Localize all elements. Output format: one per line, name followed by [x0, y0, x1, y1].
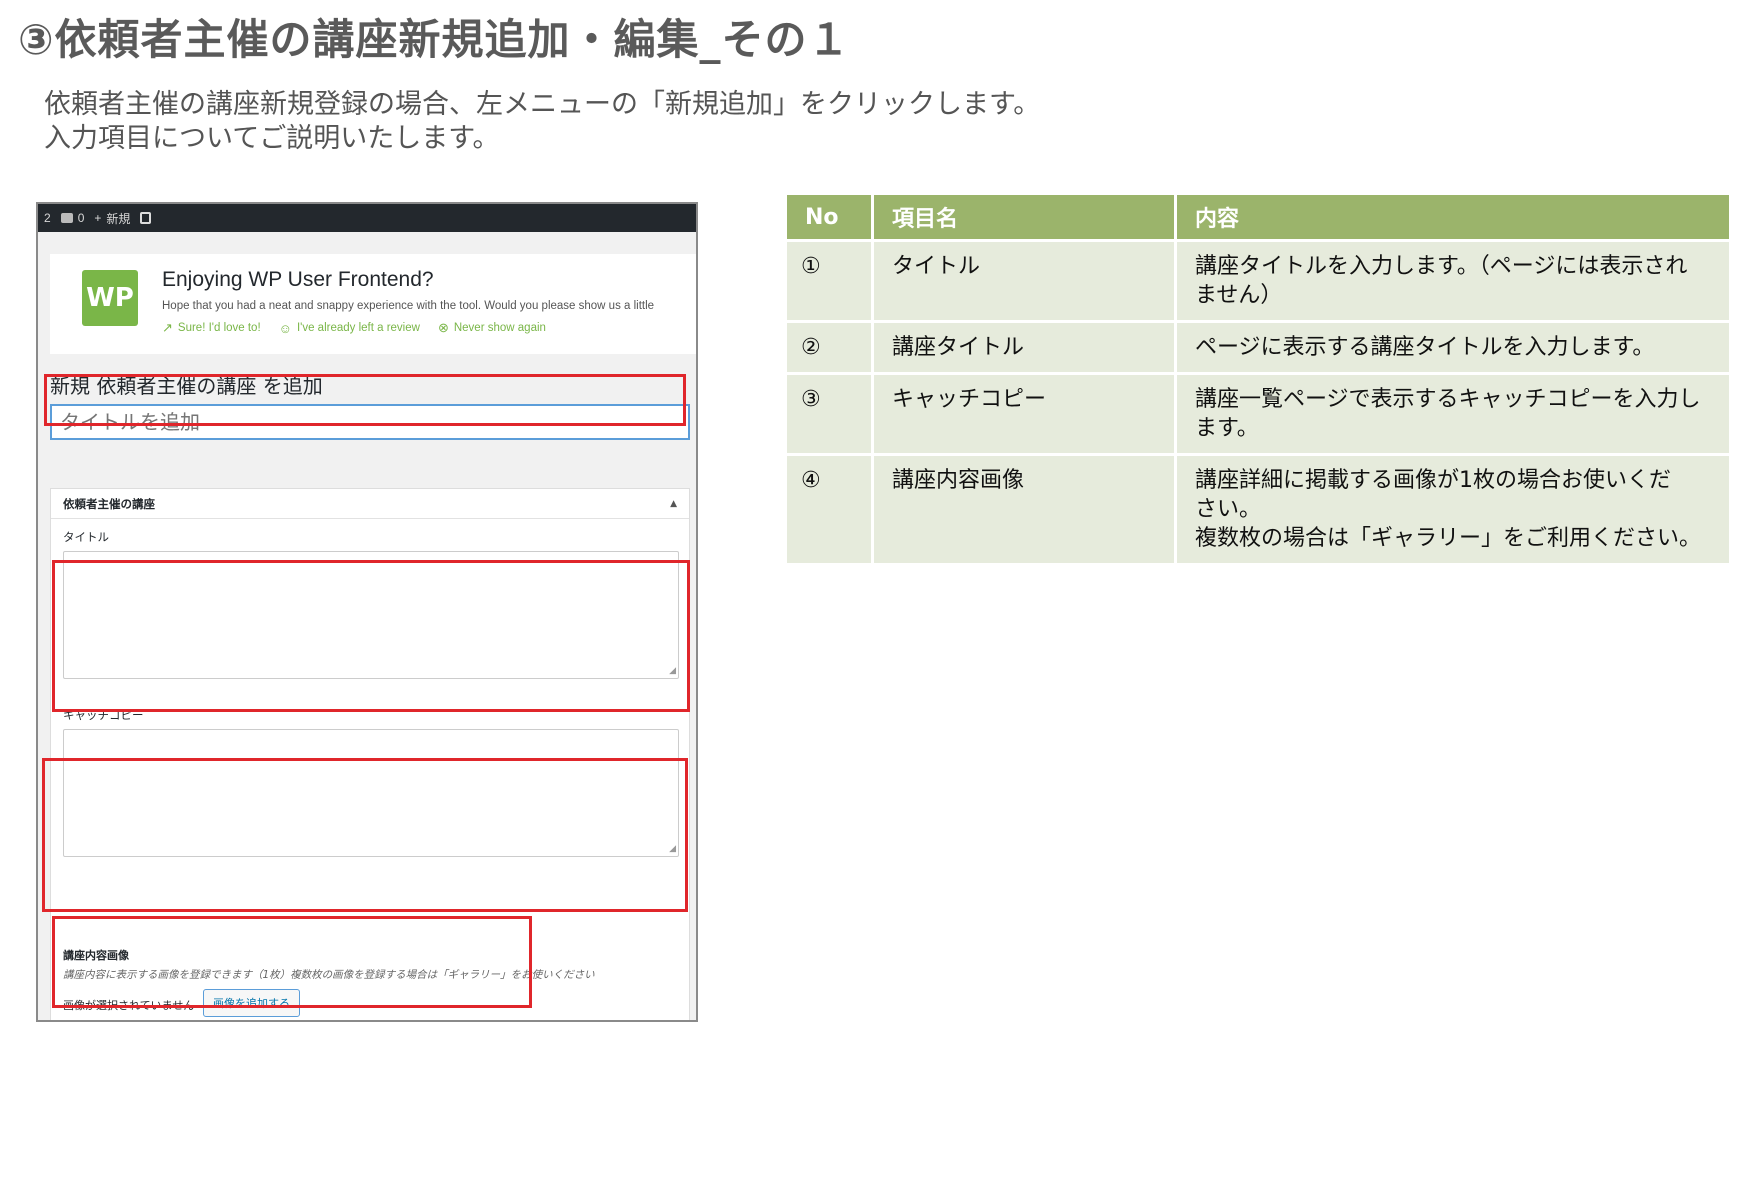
metabox-header[interactable]: 依頼者主催の講座 ▲ [51, 489, 689, 519]
row-content-line: 講座タイトルを入力します。（ページには表示され [1195, 254, 1688, 279]
dismiss-icon: ⊗ [437, 320, 449, 335]
intro-line-2: 入力項目についてご説明いたします。 [44, 123, 500, 154]
notice-link-label: Sure! I'd love to! [177, 322, 261, 334]
row-content: 講座タイトルを入力します。（ページには表示され ません） [1177, 242, 1729, 320]
row-no: ④ [787, 456, 871, 563]
row-content-line: 複数枚の場合は「ギャラリー」をご利用ください。 [1195, 526, 1702, 551]
notice-link-never[interactable]: ⊗ Never show again [438, 320, 546, 336]
table-row: ④ 講座内容画像 講座詳細に掲載する画像が1枚の場合お使いくだ さい。 複数枚の… [787, 456, 1729, 563]
row-content-line: ます。 [1195, 416, 1259, 441]
lock-icon [140, 212, 152, 224]
row-no: ② [787, 323, 871, 372]
notice-link-label: I've already left a review [296, 322, 420, 334]
field-title-label: タイトル [63, 530, 109, 544]
row-content: 講座一覧ページで表示するキャッチコピーを入力し ます。 [1177, 375, 1729, 453]
notice-links: ↗ Sure! I'd love to! ☺ I've already left a… [162, 320, 546, 336]
notice-text: Hope that you had a neat and snappy expe… [162, 300, 655, 312]
wpuf-logo-icon: WP [82, 270, 138, 326]
highlight-box-1 [44, 374, 686, 426]
admin-bar: 2 0 + 新規 [38, 204, 696, 232]
row-content: 講座詳細に掲載する画像が1枚の場合お使いくだ さい。 複数枚の場合は「ギャラリー… [1177, 456, 1729, 563]
slide-title: ③依頼者主催の講座新規追加・編集_その１ [18, 15, 851, 64]
table-row: ① タイトル 講座タイトルを入力します。（ページには表示され ません） [787, 242, 1729, 320]
row-content-line: ページに表示する講座タイトルを入力します。 [1195, 335, 1655, 360]
row-content-line: さい。 [1195, 497, 1262, 522]
row-content-line: ません） [1195, 283, 1283, 308]
comments-count: 0 [77, 211, 85, 225]
highlight-box-3 [42, 758, 688, 912]
row-no: ③ [787, 375, 871, 453]
header-name: 項目名 [874, 195, 1174, 239]
row-name: 講座タイトル [874, 323, 1174, 372]
table-row: ③ キャッチコピー 講座一覧ページで表示するキャッチコピーを入力し ます。 [787, 375, 1729, 453]
updates-count: 2 [44, 211, 51, 225]
lock-item[interactable] [140, 212, 152, 224]
intro-line-1: 依頼者主催の講座新規登録の場合、左メニューの「新規追加」をクリックします。 [44, 89, 1041, 120]
new-label: 新規 [106, 211, 131, 226]
notice-link-reviewed[interactable]: ☺ I've already left a review [279, 320, 420, 336]
comment-icon [60, 213, 73, 223]
row-no: ① [787, 242, 871, 320]
updates-item[interactable]: 2 [44, 211, 51, 225]
new-item[interactable]: + 新規 [94, 210, 130, 227]
review-notice: WP Enjoying WP User Frontend? Hope that … [50, 254, 696, 354]
highlight-box-4 [52, 916, 532, 1008]
highlight-box-2 [52, 560, 690, 712]
row-name: タイトル [874, 242, 1174, 320]
row-content-line: 講座詳細に掲載する画像が1枚の場合お使いくだ [1195, 468, 1671, 493]
table-row: ② 講座タイトル ページに表示する講座タイトルを入力します。 [787, 323, 1729, 372]
header-no: No [787, 195, 871, 239]
row-name: キャッチコピー [874, 375, 1174, 453]
collapse-arrow-icon[interactable]: ▲ [670, 499, 677, 509]
row-content-line: 講座一覧ページで表示するキャッチコピーを入力し [1195, 387, 1701, 412]
notice-link-sure[interactable]: ↗ Sure! I'd love to! [162, 320, 261, 336]
metabox-title: 依頼者主催の講座 [63, 496, 155, 511]
spec-table: No 項目名 内容 ① タイトル 講座タイトルを入力します。（ページには表示され… [784, 192, 1732, 566]
row-content: ページに表示する講座タイトルを入力します。 [1177, 323, 1729, 372]
intro-text: 依頼者主催の講座新規登録の場合、左メニューの「新規追加」をクリックします。 入力… [44, 88, 1040, 156]
plus-icon: + [94, 211, 102, 225]
screenshot-panel: 2 0 + 新規 WP Enjoying WP User Frontend? Ho… [36, 202, 698, 1022]
comments-item[interactable]: 0 [60, 211, 85, 225]
smile-icon: ☺ [278, 320, 292, 336]
notice-link-label: Never show again [453, 322, 546, 334]
header-content: 内容 [1177, 195, 1729, 239]
row-name: 講座内容画像 [874, 456, 1174, 563]
notice-title: Enjoying WP User Frontend? [162, 268, 434, 291]
logo-text: WP [86, 283, 134, 313]
external-link-icon: ↗ [162, 320, 173, 335]
table-header-row: No 項目名 内容 [787, 195, 1729, 239]
